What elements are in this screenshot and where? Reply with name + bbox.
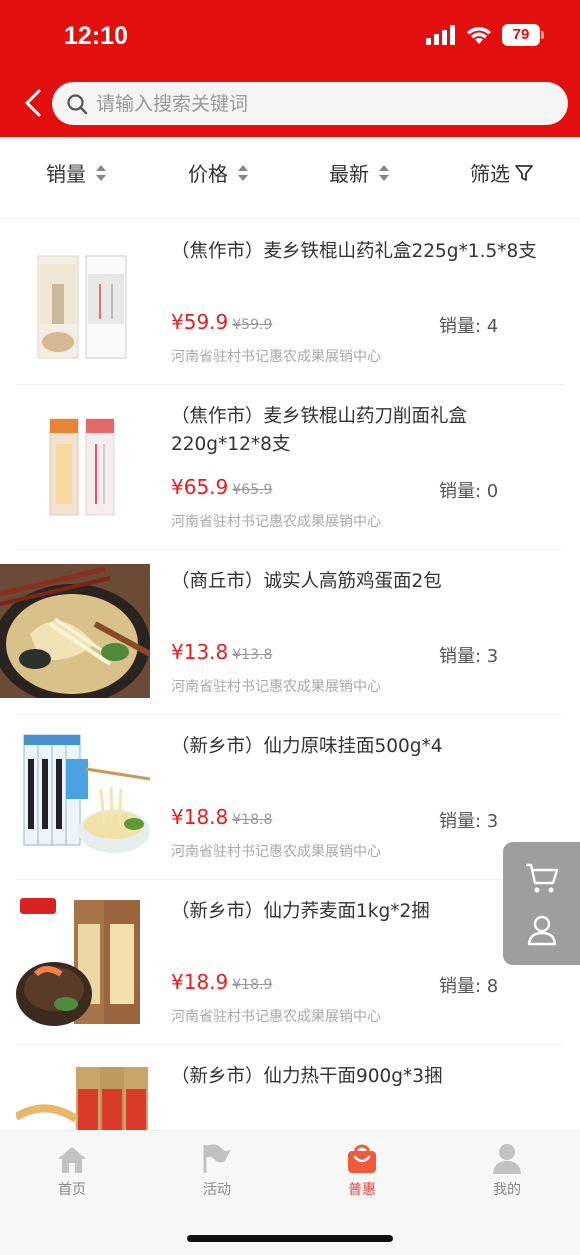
- price-original: ¥13.8: [232, 647, 273, 663]
- signal-icon: [426, 25, 455, 45]
- tab-home[interactable]: 首页: [32, 1141, 112, 1199]
- product-price: ¥18.9 ¥18.9: [171, 970, 272, 994]
- product-title: （新乡市）仙力热干面900g*3捆: [171, 1066, 443, 1087]
- sort-arrows-icon: [96, 164, 106, 181]
- user-icon[interactable]: [526, 914, 558, 946]
- tab-mine-label: 我的: [493, 1182, 521, 1198]
- floating-actions: [503, 842, 580, 965]
- status-icons: 79: [426, 24, 544, 46]
- product-image: [16, 234, 150, 368]
- sort-sales[interactable]: 销量: [46, 158, 108, 187]
- price-current: ¥18.8: [171, 805, 229, 829]
- back-arrow-icon[interactable]: [22, 88, 46, 118]
- store-name: 河南省驻村书记惠农成果展销中心: [171, 1009, 381, 1025]
- product-price: ¥65.9 ¥65.9: [171, 475, 272, 499]
- price-current: ¥18.9: [171, 970, 229, 994]
- shopping-bag-icon: [348, 1144, 376, 1173]
- product-title: （新乡市）仙力荞麦面1kg*2捆: [171, 901, 430, 922]
- sort-arrows-icon: [379, 164, 389, 181]
- cart-icon[interactable]: [524, 861, 560, 895]
- product-price: ¥59.9 ¥59.9: [171, 310, 272, 334]
- filter-funnel-icon: [515, 164, 533, 181]
- product-card[interactable]: （商丘市）诚实人高筋鸡蛋面2包 ¥13.8 ¥13.8 销量: 3 河南省驻村书记…: [0, 550, 564, 715]
- flag-icon: [203, 1144, 231, 1173]
- store-name: 河南省驻村书记惠农成果展销中心: [171, 844, 381, 860]
- price-current: ¥65.9: [171, 475, 229, 499]
- battery-icon: 79: [502, 24, 544, 46]
- product-title: （焦作市）麦乡铁棍山药礼盒225g*1.5*8支: [171, 241, 537, 262]
- product-image: [16, 729, 150, 863]
- person-icon: [493, 1144, 521, 1174]
- header: 12:10 79: [0, 0, 580, 137]
- tab-home-label: 首页: [58, 1182, 86, 1198]
- product-title: （焦作市）麦乡铁棍山药刀削面礼盒220g*12*8支: [171, 406, 468, 455]
- product-image: [16, 399, 150, 533]
- wifi-icon: [467, 27, 491, 44]
- tab-mine[interactable]: 我的: [467, 1141, 547, 1199]
- price-original: ¥65.9: [232, 482, 273, 498]
- product-card[interactable]: （焦作市）麦乡铁棍山药刀削面礼盒220g*12*8支 ¥65.9 ¥65.9 销量…: [16, 385, 564, 550]
- sort-price-label: 价格: [188, 162, 228, 186]
- product-card[interactable]: （新乡市）仙力原味挂面500g*4 ¥18.8 ¥18.8 销量: 3 河南省驻村…: [16, 715, 564, 880]
- sort-arrows-icon: [238, 164, 248, 181]
- sort-price[interactable]: 价格: [188, 158, 250, 187]
- tab-activity[interactable]: 活动: [177, 1141, 257, 1199]
- product-price: ¥13.8 ¥13.8: [171, 640, 272, 664]
- sort-newest[interactable]: 最新: [329, 158, 391, 187]
- product-price: ¥18.8 ¥18.8: [171, 805, 272, 829]
- filter-label: 筛选: [470, 162, 510, 186]
- sort-newest-label: 最新: [329, 162, 369, 186]
- price-original: ¥18.9: [232, 977, 273, 993]
- search-icon: [67, 93, 88, 114]
- search-bar[interactable]: [52, 82, 568, 125]
- price-original: ¥59.9: [232, 317, 273, 333]
- price-original: ¥18.8: [232, 812, 273, 828]
- product-sales: 销量: 4: [439, 316, 499, 337]
- product-sales: 销量: 3: [439, 811, 499, 832]
- home-icon: [58, 1147, 86, 1173]
- home-indicator: [187, 1235, 393, 1242]
- product-image: [0, 564, 150, 698]
- search-input[interactable]: [96, 92, 526, 115]
- product-title: （新乡市）仙力原味挂面500g*4: [171, 736, 443, 757]
- store-name: 河南省驻村书记惠农成果展销中心: [171, 514, 381, 530]
- product-sales: 销量: 0: [439, 481, 499, 502]
- product-sales: 销量: 8: [439, 976, 499, 997]
- tab-benefit[interactable]: 普惠: [322, 1141, 402, 1199]
- product-card[interactable]: （焦作市）麦乡铁棍山药礼盒225g*1.5*8支 ¥59.9 ¥59.9 销量: …: [16, 220, 564, 385]
- product-image: [16, 894, 150, 1028]
- price-current: ¥59.9: [171, 310, 229, 334]
- product-sales: 销量: 3: [439, 646, 499, 667]
- product-title: （商丘市）诚实人高筋鸡蛋面2包: [171, 571, 442, 592]
- store-name: 河南省驻村书记惠农成果展销中心: [171, 679, 381, 695]
- filter-button[interactable]: 筛选: [470, 158, 534, 187]
- page: 12:10 79 销量 价格 最新 筛选 （焦作市）麦乡铁棍山药礼盒225g*1…: [0, 0, 580, 1255]
- price-current: ¥13.8: [171, 640, 229, 664]
- tab-activity-label: 活动: [203, 1182, 231, 1198]
- status-time: 12:10: [64, 22, 128, 50]
- sort-sales-label: 销量: [46, 162, 86, 186]
- product-list: （焦作市）麦乡铁棍山药礼盒225g*1.5*8支 ¥59.9 ¥59.9 销量: …: [0, 220, 580, 1210]
- store-name: 河南省驻村书记惠农成果展销中心: [171, 349, 381, 365]
- product-card[interactable]: （新乡市）仙力荞麦面1kg*2捆 ¥18.9 ¥18.9 销量: 8 河南省驻村书…: [16, 880, 564, 1045]
- tab-benefit-label: 普惠: [348, 1182, 376, 1198]
